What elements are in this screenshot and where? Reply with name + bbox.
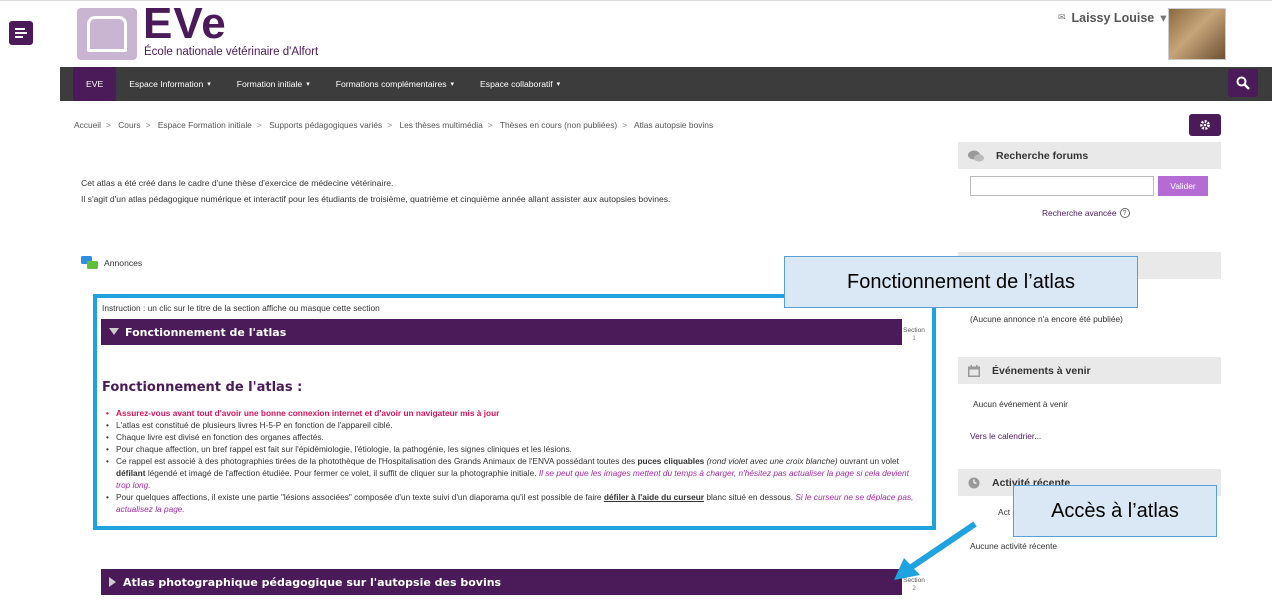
- list-item: Ce rappel est associé à des photographie…: [104, 455, 914, 491]
- logo-subtitle: École nationale vétérinaire d'Alfort: [144, 46, 319, 58]
- breadcrumb: Accueil > Cours > Espace Formation initial…: [74, 120, 714, 130]
- user-name[interactable]: Laissy Louise: [1072, 11, 1155, 25]
- activity-partial-text[interactable]: Act: [998, 507, 1010, 517]
- breadcrumb-item[interactable]: Thèses en cours (non publiées): [500, 120, 617, 130]
- section-title[interactable]: Atlas photographique pédagogique sur l'a…: [123, 576, 501, 589]
- block-title: Recherche forums: [996, 149, 1089, 162]
- content-heading: Fonctionnement de l'atlas :: [102, 380, 303, 395]
- advanced-search-link[interactable]: Recherche avancée ?: [1042, 208, 1130, 218]
- annonces-label[interactable]: Annonces: [104, 258, 142, 268]
- block-title: Événements à venir: [992, 364, 1091, 377]
- no-announcement-text: (Aucune annonce n'a encore été publiée): [970, 314, 1123, 324]
- breadcrumb-item[interactable]: Cours: [118, 120, 140, 130]
- settings-button[interactable]: [1189, 114, 1221, 136]
- chevron-down-icon: ▾: [450, 81, 455, 88]
- help-icon[interactable]: ?: [1119, 208, 1130, 218]
- intro-line: Il s'agit d'un atlas pédagogique numériq…: [81, 194, 671, 204]
- list-item: Chaque livre est divisé en fonction des …: [104, 431, 914, 443]
- clock-icon: [968, 477, 980, 488]
- breadcrumb-item-current[interactable]: Atlas autopsie bovins: [634, 120, 713, 130]
- gear-icon: [1200, 120, 1210, 130]
- course-intro: Cet atlas a été créé dans le cadre d'une…: [81, 175, 670, 207]
- search-button[interactable]: [1228, 69, 1258, 97]
- forum-icon: [81, 256, 98, 269]
- chevron-down-icon: ▾: [207, 81, 211, 88]
- callout-acces: Accès à l’atlas: [1013, 485, 1217, 537]
- annonces-link[interactable]: Annonces: [81, 256, 142, 270]
- block-forum-search-header: Recherche forums: [958, 142, 1221, 169]
- section-header-atlas[interactable]: Atlas photographique pédagogique sur l'a…: [101, 569, 902, 595]
- avatar[interactable]: [1168, 8, 1226, 60]
- user-caret-icon[interactable]: ▾: [1160, 10, 1166, 25]
- nav-item-formations-complementaires[interactable]: Formations complémentaires ▾: [323, 67, 467, 101]
- nav-item-eve[interactable]: EVE: [73, 67, 117, 101]
- triangle-right-icon: [109, 577, 116, 587]
- block-events-header: Événements à venir: [958, 357, 1221, 384]
- list-item: L'atlas est constitué de plusieurs livre…: [104, 419, 914, 431]
- mail-icon[interactable]: ✉: [1058, 12, 1066, 23]
- chevron-down-icon: ▾: [556, 81, 561, 88]
- triangle-down-icon: [109, 328, 119, 335]
- drawer-toggle-button[interactable]: [9, 21, 33, 45]
- nav-item-formation-initiale[interactable]: Formation initiale ▾: [224, 67, 323, 101]
- user-menu[interactable]: ✉ Laissy Louise ▾: [1058, 10, 1167, 26]
- main-navbar: EVE Espace Information ▾ Formation initia…: [60, 67, 1272, 101]
- search-icon: [1236, 76, 1250, 90]
- no-activity-text: Aucune activité récente: [970, 541, 1058, 551]
- intro-line: Cet atlas a été créé dans le cadre d'une…: [81, 178, 394, 188]
- chevron-down-icon: ▾: [306, 81, 310, 88]
- content-list: Assurez-vous avant tout d'avoir une bonn…: [104, 407, 914, 515]
- breadcrumb-item[interactable]: Accueil: [74, 120, 101, 130]
- section-title[interactable]: Fonctionnement de l'atlas: [125, 326, 286, 339]
- logo-text[interactable]: EVe: [143, 2, 227, 46]
- nav-item-espace-information[interactable]: Espace Information ▾: [116, 67, 224, 101]
- calendar-link[interactable]: Vers le calendrier...: [970, 431, 1041, 441]
- comments-icon: [968, 150, 984, 162]
- calendar-icon: [968, 364, 980, 377]
- section-header-fonctionnement[interactable]: Fonctionnement de l'atlas: [101, 319, 902, 345]
- nav-item-espace-collaboratif[interactable]: Espace collaboratif ▾: [467, 67, 573, 101]
- list-item: Pour chaque affection, un bref rappel es…: [104, 443, 914, 455]
- breadcrumb-item[interactable]: Supports pédagogiques variés: [269, 120, 382, 130]
- list-item: Pour quelques affections, il existe une …: [104, 491, 914, 515]
- instruction-text: Instruction : un clic sur le titre de la…: [102, 303, 380, 313]
- section-label: Section 1: [903, 327, 925, 342]
- breadcrumb-item[interactable]: Espace Formation initiale: [158, 120, 252, 130]
- list-item: Assurez-vous avant tout d'avoir une bonn…: [104, 407, 914, 419]
- callout-arrow-icon: [894, 521, 977, 580]
- school-crest-logo[interactable]: [77, 8, 137, 60]
- validate-button[interactable]: Valider: [1158, 176, 1208, 196]
- forum-search-input[interactable]: [970, 176, 1154, 196]
- no-events-text: Aucun événement à venir: [973, 399, 1068, 409]
- callout-fonctionnement: Fonctionnement de l’atlas: [784, 256, 1138, 308]
- breadcrumb-item[interactable]: Les thèses multimédia: [399, 120, 482, 130]
